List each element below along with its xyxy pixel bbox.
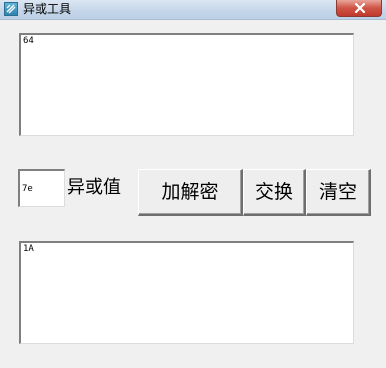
window-title: 异或工具: [23, 2, 72, 16]
encrypt-decrypt-button[interactable]: 加解密: [138, 169, 243, 216]
input-textarea[interactable]: 64: [19, 33, 354, 136]
title-bar: 异或工具: [0, 0, 386, 20]
output-textarea[interactable]: 1A: [19, 241, 354, 344]
xor-value-label: 异或值: [67, 177, 121, 198]
close-icon: [354, 3, 366, 13]
clear-button[interactable]: 清空: [306, 169, 371, 216]
xor-value-input[interactable]: 7e: [18, 169, 65, 207]
app-icon: [4, 2, 18, 16]
close-button[interactable]: [336, 0, 382, 17]
swap-button[interactable]: 交换: [243, 169, 306, 216]
